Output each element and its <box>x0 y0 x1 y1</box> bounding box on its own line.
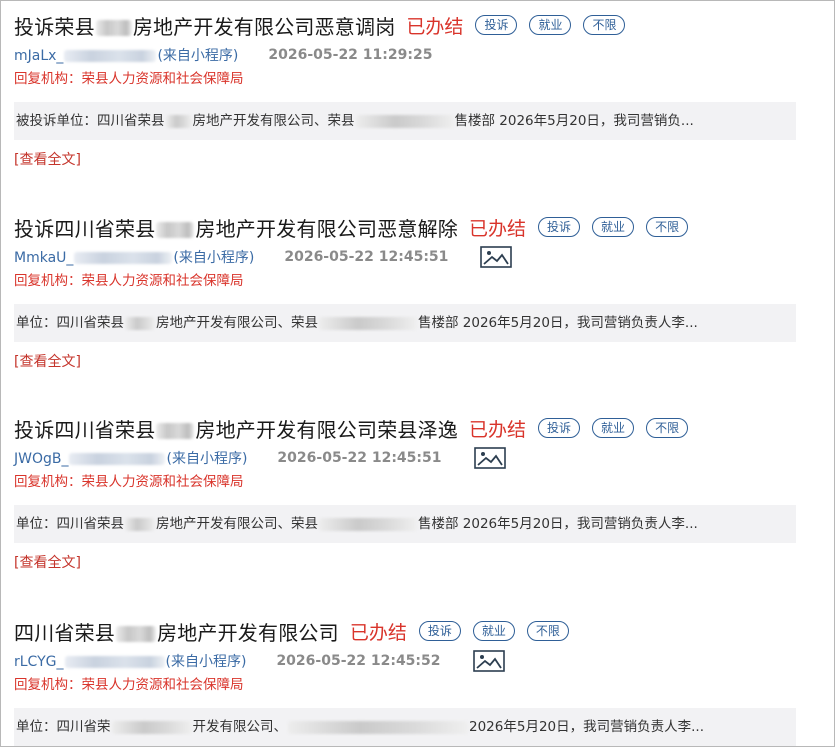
reply-organization: 回复机构：荣县人力资源和社会保障局 <box>14 677 244 693</box>
author-source: (来自小程序) <box>166 451 248 467</box>
image-attachment-icon[interactable] <box>472 650 505 672</box>
post-title[interactable]: 投诉四川省荣县 房地产开发有限公司荣县泽逸 <box>14 414 458 443</box>
post-title[interactable]: 投诉四川省荣县 房地产开发有限公司恶意解除 <box>14 213 458 242</box>
excerpt-part: 售楼部 2026年5月20日，我司营销负责人李... <box>418 315 698 331</box>
tag-complaint[interactable]: 投诉 <box>538 217 581 237</box>
post-title-part: 投诉四川省荣县 <box>14 417 156 442</box>
post-timestamp: 2026-05-22 12:45:52 <box>276 653 441 669</box>
post-title-row: 投诉四川省荣县 房地产开发有限公司荣县泽逸 已办结 投诉 就业 不限 <box>14 413 804 443</box>
excerpt-part: 房地产开发有限公司、荣县 <box>156 516 318 532</box>
excerpt-part: 单位：四川省荣 <box>16 719 111 735</box>
excerpt-part: 开发有限公司、 <box>192 719 288 735</box>
post-title[interactable]: 四川省荣县 房地产开发有限公司 <box>14 617 339 646</box>
redacted-text <box>355 114 454 128</box>
reply-organization: 回复机构：荣县人力资源和社会保障局 <box>14 71 244 87</box>
redacted-text <box>64 50 157 62</box>
tag-unlimited[interactable]: 不限 <box>526 621 569 641</box>
post-title-part: 房地产开发有限公司恶意调岗 <box>132 14 396 39</box>
excerpt-part: 售楼部 2026年5月20日，我司营销负责人李... <box>418 516 698 532</box>
redacted-text <box>69 453 166 465</box>
post-title-part: 投诉四川省荣县 <box>14 216 156 241</box>
post-meta: MmkaU_ (来自小程序) 2026-05-22 12:45:51 <box>14 244 804 270</box>
image-attachment-icon[interactable] <box>473 447 506 469</box>
excerpt-part: 单位：四川省荣县 <box>16 516 124 532</box>
reply-organization: 回复机构：荣县人力资源和社会保障局 <box>14 273 244 289</box>
post-timestamp: 2026-05-22 12:45:51 <box>284 249 449 265</box>
redacted-text <box>125 316 155 330</box>
tag-unlimited[interactable]: 不限 <box>583 15 626 35</box>
redacted-text <box>74 252 173 264</box>
excerpt-part: 2026年5月20日，我司营销负责人李... <box>469 719 704 735</box>
redacted-text <box>95 20 132 36</box>
post-title-part: 房地产开发有限公司 <box>157 620 339 645</box>
read-more-link[interactable]: [查看全文] <box>14 552 81 574</box>
complaint-post: 投诉四川省荣县 房地产开发有限公司恶意解除 已办结 投诉 就业 不限 MmkaU_… <box>14 212 804 373</box>
tag-complaint[interactable]: 投诉 <box>475 15 518 35</box>
post-excerpt: 被投诉单位：四川省荣县 房地产开发有限公司、荣县 售楼部 2026年5月20日，我司… <box>14 102 796 140</box>
complaint-list: 投诉荣县 房地产开发有限公司恶意调岗 已办结 投诉 就业 不限 mJaLx_ (来自… <box>0 0 835 747</box>
redacted-text <box>116 626 156 642</box>
excerpt-part: 房地产开发有限公司、荣县 <box>192 113 355 129</box>
post-excerpt: 单位：四川省荣县 房地产开发有限公司、荣县 售楼部 2026年5月20日，我司营销负… <box>14 304 796 342</box>
tag-unlimited[interactable]: 不限 <box>646 217 689 237</box>
redacted-text <box>111 720 192 734</box>
status-badge: 已办结 <box>406 15 464 38</box>
redacted-text <box>125 517 155 531</box>
redacted-text <box>156 222 195 238</box>
author-source: (来自小程序) <box>165 654 247 670</box>
post-author[interactable]: mJaLx_ (来自小程序) <box>14 45 238 65</box>
excerpt-part: 房地产开发有限公司、荣县 <box>156 315 318 331</box>
redacted-text <box>156 423 195 439</box>
tag-complaint[interactable]: 投诉 <box>418 621 461 641</box>
post-timestamp: 2026-05-22 11:29:25 <box>268 47 433 63</box>
post-timestamp: 2026-05-22 12:45:51 <box>277 450 442 466</box>
post-title[interactable]: 投诉荣县 房地产开发有限公司恶意调岗 <box>14 11 395 40</box>
redacted-text <box>319 517 417 531</box>
complaint-post: 投诉荣县 房地产开发有限公司恶意调岗 已办结 投诉 就业 不限 mJaLx_ (来自… <box>14 10 804 171</box>
author-id: MmkaU_ <box>14 250 74 266</box>
excerpt-part: 售楼部 2026年5月20日，我司营销负... <box>454 113 694 129</box>
redacted-text <box>288 720 468 734</box>
tag-employment[interactable]: 就业 <box>592 217 635 237</box>
status-badge: 已办结 <box>469 418 527 441</box>
read-more-link[interactable]: [查看全文] <box>14 149 81 171</box>
post-author[interactable]: MmkaU_ (来自小程序) <box>14 247 254 267</box>
redacted-text <box>165 114 192 128</box>
author-source: (来自小程序) <box>157 48 239 64</box>
complaint-post: 投诉四川省荣县 房地产开发有限公司荣县泽逸 已办结 投诉 就业 不限 JWOgB_… <box>14 413 804 574</box>
author-id: mJaLx_ <box>14 48 64 64</box>
reply-organization: 回复机构：荣县人力资源和社会保障局 <box>14 474 244 490</box>
post-author[interactable]: rLCYG_ (来自小程序) <box>14 651 246 671</box>
excerpt-part: 被投诉单位：四川省荣县 <box>16 113 165 129</box>
post-title-part: 房地产开发有限公司荣县泽逸 <box>195 417 459 442</box>
read-more-link[interactable]: [查看全文] <box>14 351 81 373</box>
status-badge: 已办结 <box>469 217 527 240</box>
post-excerpt: 单位：四川省荣县 房地产开发有限公司、荣县 售楼部 2026年5月20日，我司营销负… <box>14 505 796 543</box>
post-meta: mJaLx_ (来自小程序) 2026-05-22 11:29:25 <box>14 42 804 68</box>
author-source: (来自小程序) <box>173 250 255 266</box>
post-meta: JWOgB_ (来自小程序) 2026-05-22 12:45:51 <box>14 445 804 471</box>
post-title-part: 四川省荣县 <box>14 620 115 645</box>
redacted-text <box>319 316 417 330</box>
redacted-text <box>64 656 165 668</box>
post-title-row: 投诉四川省荣县 房地产开发有限公司恶意解除 已办结 投诉 就业 不限 <box>14 212 804 242</box>
excerpt-part: 单位：四川省荣县 <box>16 315 124 331</box>
post-excerpt: 单位：四川省荣 开发有限公司、 2026年5月20日，我司营销负责人李... <box>14 708 796 746</box>
post-author[interactable]: JWOgB_ (来自小程序) <box>14 448 247 468</box>
post-meta: rLCYG_ (来自小程序) 2026-05-22 12:45:52 <box>14 648 804 674</box>
status-badge: 已办结 <box>349 621 407 644</box>
tag-employment[interactable]: 就业 <box>472 621 515 641</box>
tag-complaint[interactable]: 投诉 <box>538 418 581 438</box>
post-title-row: 四川省荣县 房地产开发有限公司 已办结 投诉 就业 不限 <box>14 616 804 646</box>
post-title-part: 投诉荣县 <box>14 14 95 39</box>
tag-employment[interactable]: 就业 <box>592 418 635 438</box>
tag-employment[interactable]: 就业 <box>529 15 572 35</box>
image-attachment-icon[interactable] <box>480 246 513 268</box>
author-id: JWOgB_ <box>14 451 69 467</box>
post-title-row: 投诉荣县 房地产开发有限公司恶意调岗 已办结 投诉 就业 不限 <box>14 10 804 40</box>
complaint-post: 四川省荣县 房地产开发有限公司 已办结 投诉 就业 不限 rLCYG_ (来自小程序… <box>14 616 804 746</box>
tag-unlimited[interactable]: 不限 <box>646 418 689 438</box>
author-id: rLCYG_ <box>14 654 64 670</box>
post-title-part: 房地产开发有限公司恶意解除 <box>195 216 459 241</box>
